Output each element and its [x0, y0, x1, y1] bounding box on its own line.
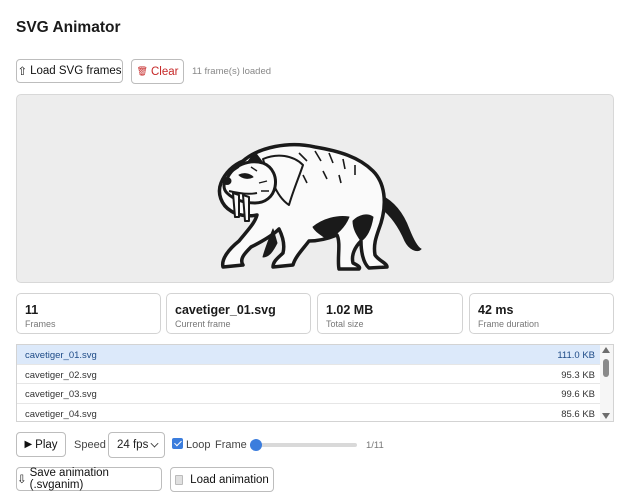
speed-select[interactable]: 24 fps	[108, 432, 165, 458]
load-animation-button[interactable]: Load animation	[170, 467, 274, 492]
current-frame-label: Current frame	[175, 319, 231, 329]
frame-counter: 1/11	[366, 440, 384, 451]
file-name: cavetiger_01.svg	[25, 350, 97, 361]
file-size: 99.6 KB	[561, 389, 595, 400]
frames-value: 11	[25, 303, 39, 317]
speed-select-value: 24 fps	[117, 439, 149, 451]
stat-frames: 11 Frames	[16, 293, 161, 334]
file-size: 111.0 KB	[557, 350, 595, 361]
document-icon	[175, 474, 184, 485]
app-title: SVG Animator	[16, 19, 121, 36]
load-svg-frames-button[interactable]: ⇧ Load SVG frames	[16, 59, 123, 83]
file-row[interactable]: cavetiger_02.svg 95.3 KB	[17, 365, 601, 384]
file-row[interactable]: cavetiger_03.svg 99.6 KB	[17, 384, 601, 404]
save-animation-button[interactable]: ⇩ Save animation (.svganim)	[16, 467, 162, 491]
preview-canvas	[16, 94, 614, 283]
loop-checkbox[interactable]	[172, 438, 183, 449]
file-name: cavetiger_03.svg	[25, 389, 97, 400]
scroll-up-arrow-icon[interactable]	[602, 347, 610, 353]
play-button[interactable]: ▶ Play	[16, 432, 66, 457]
frame-slider-track	[250, 443, 357, 447]
play-label: Play	[35, 438, 58, 451]
total-size-label: Total size	[326, 319, 364, 329]
frame-slider-thumb[interactable]	[250, 439, 262, 451]
file-list-scrollbar[interactable]	[600, 345, 613, 421]
trash-icon: 🗑	[136, 66, 148, 76]
stat-current-frame: cavetiger_01.svg Current frame	[166, 293, 311, 334]
chevron-down-icon	[150, 439, 159, 448]
stat-frame-duration: 42 ms Frame duration	[469, 293, 614, 334]
frames-label: Frames	[25, 319, 56, 329]
file-name: cavetiger_04.svg	[25, 408, 97, 420]
speed-label: Speed	[74, 439, 106, 451]
scroll-down-arrow-icon[interactable]	[602, 413, 610, 419]
play-icon: ▶	[24, 439, 33, 450]
load-animation-label: Load animation	[190, 473, 269, 486]
download-icon: ⇩	[17, 474, 27, 486]
stat-total-size: 1.02 MB Total size	[317, 293, 463, 334]
frame-file-list[interactable]: cavetiger_01.svg 111.0 KB cavetiger_02.s…	[16, 344, 614, 422]
upload-icon: ⇧	[17, 66, 28, 78]
file-name: cavetiger_02.svg	[25, 369, 97, 381]
load-svg-frames-label: Load SVG frames	[30, 65, 122, 77]
frames-loaded-status: 11 frame(s) loaded	[192, 66, 272, 77]
frame-duration-value: 42 ms	[478, 303, 514, 317]
playback-controls: ▶ Play Speed 24 fps Loop Frame 1/11	[0, 432, 630, 458]
frame-slider[interactable]	[250, 439, 357, 451]
current-frame-value: cavetiger_01.svg	[175, 303, 276, 317]
clear-label: Clear	[150, 65, 179, 78]
file-size: 85.6 KB	[561, 408, 595, 420]
save-animation-label: Save animation (.svganim)	[29, 467, 109, 491]
total-size-value: 1.02 MB	[326, 303, 374, 317]
clear-button[interactable]: 🗑 Clear	[131, 59, 184, 84]
cave-tiger-illustration	[217, 142, 422, 271]
loop-label: Loop	[186, 439, 211, 451]
scroll-thumb[interactable]	[603, 359, 609, 377]
file-row[interactable]: cavetiger_04.svg 85.6 KB	[17, 404, 601, 422]
file-size: 95.3 KB	[561, 369, 595, 381]
frame-duration-label: Frame duration	[478, 319, 540, 329]
file-row[interactable]: cavetiger_01.svg 111.0 KB	[17, 345, 601, 365]
frame-label: Frame	[215, 439, 247, 451]
